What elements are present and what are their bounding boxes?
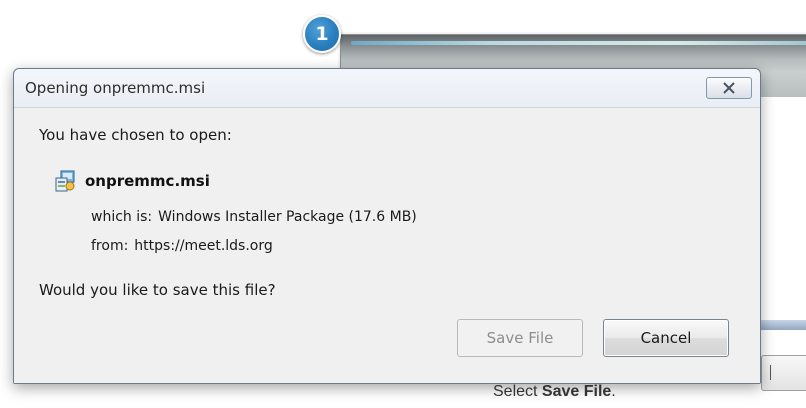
background-window-button <box>761 355 806 391</box>
open-prompt: You have chosen to open: <box>39 126 232 144</box>
file-row: onpremmc.msi <box>54 170 210 192</box>
file-source-line: from: https://meet.lds.org <box>91 238 273 254</box>
file-type-value: Windows Installer Package (17.6 MB) <box>158 209 417 225</box>
msi-installer-icon <box>55 170 75 192</box>
dialog-body: You have chosen to open: onpremmc.msi wh… <box>14 108 760 383</box>
save-question: Would you like to save this file? <box>39 281 276 299</box>
file-type-line: which is: Windows Installer Package (17.6… <box>91 209 417 225</box>
close-button[interactable] <box>706 77 752 99</box>
save-file-button[interactable]: Save File <box>457 319 583 357</box>
step-number-badge: 1 <box>303 15 341 53</box>
cancel-button[interactable]: Cancel <box>603 319 729 357</box>
file-name: onpremmc.msi <box>85 172 210 190</box>
file-type-label: which is: <box>91 209 153 225</box>
close-icon <box>723 82 735 94</box>
caption-prefix: Select <box>493 383 542 400</box>
instruction-caption: Select Save File. <box>493 383 616 401</box>
file-source-label: from: <box>91 238 129 254</box>
caption-emphasis: Save File <box>541 383 612 400</box>
caption-suffix: . <box>611 383 616 400</box>
dialog-title: Opening onpremmc.msi <box>25 79 206 97</box>
file-download-dialog: Opening onpremmc.msi You have chosen to … <box>13 68 761 384</box>
file-source-value: https://meet.lds.org <box>134 238 273 254</box>
dialog-titlebar: Opening onpremmc.msi <box>14 69 760 108</box>
